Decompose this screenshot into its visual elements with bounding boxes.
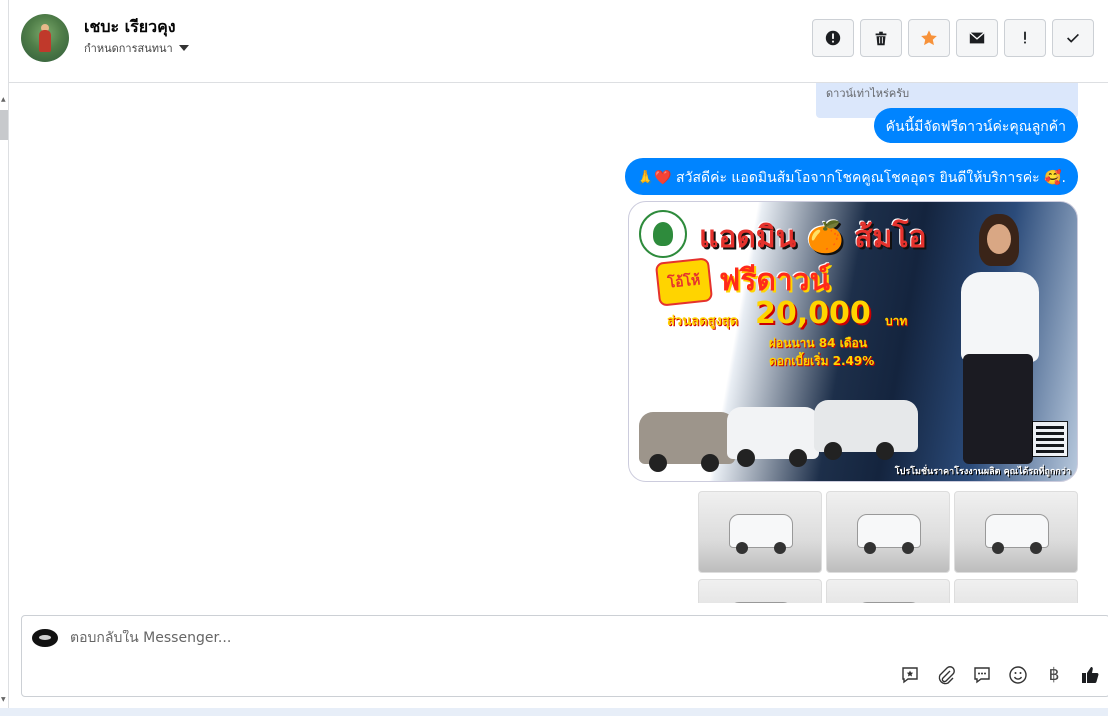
saved-reply-button[interactable] [899,664,921,686]
promo-discount-label: ส่วนลดสูงสุด [667,314,739,329]
promo-car-pickup [727,407,819,467]
truck-shape [857,514,921,554]
truck-photo[interactable] [826,579,950,603]
model-face [987,224,1011,254]
message-bubble[interactable]: คันนี้มีจัดฟรีดาวน์ค่ะคุณลูกค้า [873,108,1078,143]
trash-icon [875,31,887,46]
message-bubble-greeting[interactable]: 🙏❤️ สวัสดีค่ะ แอดมินส้มโอจากโชคคูณโชคอุด… [624,158,1078,195]
mark-unread-button[interactable] [956,19,998,57]
promo-currency: บาท [885,314,908,328]
conversation-toolbar [812,19,1094,57]
prayer-heart-emoji: 🙏❤️ [636,170,672,186]
truck-shape [857,602,921,603]
important-button[interactable] [812,19,854,57]
like-button[interactable] [1079,664,1101,686]
truck-photo[interactable] [826,491,950,573]
done-button[interactable] [1052,19,1094,57]
delete-button[interactable] [860,19,902,57]
message-text: สวัสดีค่ะ แอดมินส้มโอจากโชคคูณโชคอุดร ยิ… [676,170,1040,186]
check-icon [1067,33,1079,43]
scroll-up-icon[interactable]: ▲ [1,96,6,103]
reply-input[interactable] [70,630,770,646]
truck-shape [985,514,1049,554]
truck-photo[interactable] [698,491,822,573]
dealer-logo [639,210,687,258]
inbox-conversation-view: ▲ ▼ เชบะ เรียวคุง กำหนดการสนทนา ดาวน์เท่… [0,0,1108,716]
emoji-button[interactable] [1007,664,1029,686]
truck-photo[interactable] [954,491,1078,573]
baht-icon: ฿ [1048,665,1060,685]
page-avatar [32,629,58,647]
promo-burst: โอ้โห้ [654,257,714,307]
message-thread[interactable]: ดาวน์เท่าไหร่ครับ คันนี้มีจัดฟรีดาวน์ค่ะ… [9,83,1108,603]
attach-button[interactable] [935,664,957,686]
avatar-figure [39,30,51,52]
model-pants [963,354,1033,464]
truck-shape [729,602,793,603]
truck-shape [729,514,793,554]
chat-bubble-icon [974,667,990,684]
conversation-settings-dropdown[interactable]: กำหนดการสนทนา [84,39,189,57]
truck-photo[interactable] [698,579,822,603]
conversation-settings-label: กำหนดการสนทนา [84,42,173,55]
scrollbar[interactable]: ▲ ▼ [0,0,9,716]
promo-discount-amount: 20,000 [755,296,871,331]
scroll-down-icon[interactable]: ▼ [1,696,6,703]
attach-icon [938,666,955,685]
avatar[interactable] [21,14,69,62]
alert-circle-icon [825,30,841,46]
promo-rate: ดอกเบี้ยเริ่ม 2.49% [769,354,875,368]
smiling-hearts-emoji: 🥰. [1044,170,1066,186]
thumbs-up-icon [1082,667,1099,683]
exclamation-icon [1024,31,1026,44]
star-icon [921,30,937,46]
composer-tools: ฿ [899,664,1101,686]
emoji-icon [1009,666,1027,684]
promo-car-sedan [639,412,735,472]
star-button[interactable] [908,19,950,57]
spam-button[interactable] [1004,19,1046,57]
promo-footer: โปรโมชั่นราคาโรงงานผลิต คุณได้รถที่ถูกกว… [894,467,1071,477]
qr-code [1032,421,1068,457]
bottom-strip [0,708,1108,716]
reply-composer: ฿ [21,615,1108,697]
caret-down-icon [178,45,189,51]
chat-button[interactable] [971,664,993,686]
saved-reply-icon [902,667,918,684]
promo-term: ผ่อนนาน 84 เดือน [769,336,867,350]
truck-photo[interactable] [954,579,1078,603]
promo-image[interactable]: แอดมิน 🍊 ส้มโอ โอ้โห้ ฟรีดาวน์ ส่วนลดสูง… [628,201,1078,482]
envelope-icon [969,32,985,44]
baht-button[interactable]: ฿ [1043,664,1065,686]
model-shirt [961,272,1039,362]
conversation-header: เชบะ เรียวคุง กำหนดการสนทนา [9,0,1108,83]
scrollbar-thumb[interactable] [0,110,8,140]
promo-title: แอดมิน 🍊 ส้มโอ [699,220,927,255]
user-name[interactable]: เชบะ เรียวคุง [84,15,176,40]
promo-car-pickup-cage [814,400,918,460]
